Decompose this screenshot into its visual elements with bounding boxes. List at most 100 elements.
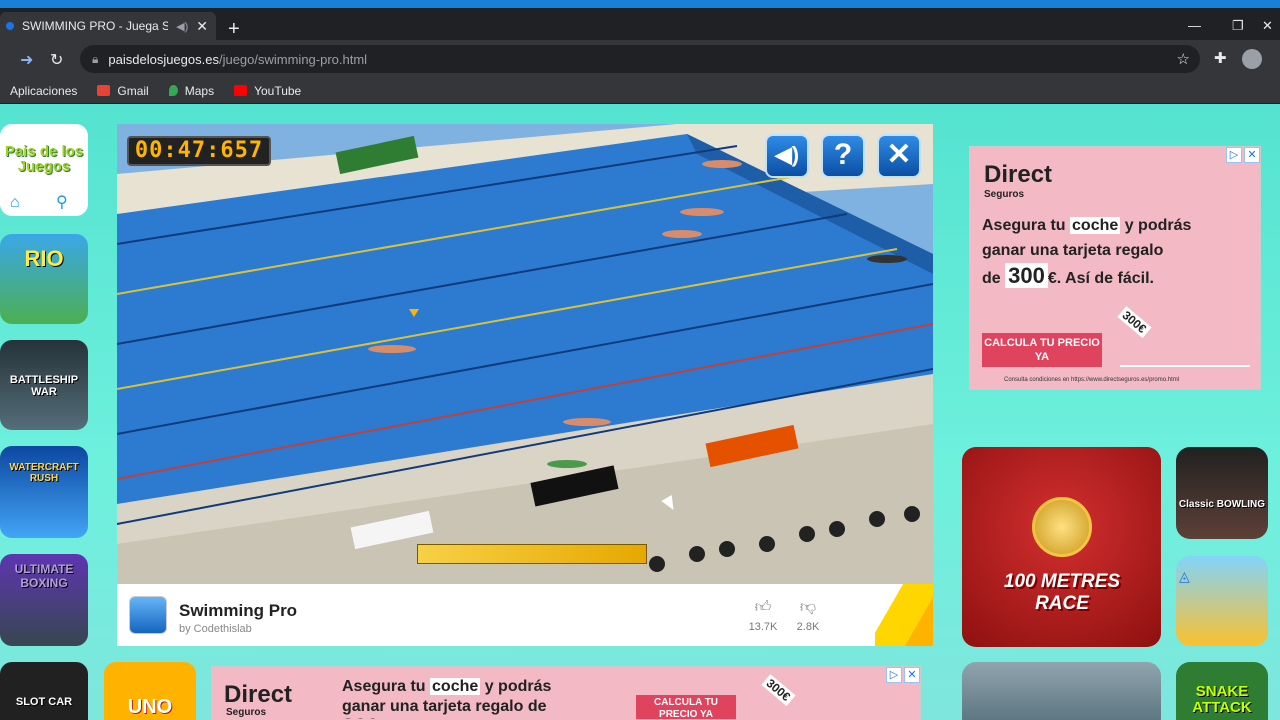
- bookmark-apps-label: Aplicaciones: [10, 83, 78, 98]
- game-thumb-100m-race[interactable]: 100 METRES RACE: [962, 447, 1161, 647]
- window-titlebar: [0, 0, 1280, 8]
- youtube-icon: [234, 85, 248, 96]
- help-button[interactable]: ?: [821, 134, 865, 178]
- game-thumb-bottom[interactable]: [962, 662, 1161, 720]
- close-window-icon[interactable]: ✕: [1262, 18, 1273, 34]
- ad-brand-sub: Seguros: [226, 707, 267, 718]
- url-host: paisdelosjuegos.es: [108, 51, 219, 67]
- game-author[interactable]: by Codethislab: [179, 623, 252, 635]
- tab-active[interactable]: SWIMMING PRO - Juega Sw ◀) ✕: [0, 12, 216, 40]
- game-thumb-label: SLOT CAR: [15, 696, 73, 708]
- game-thumb-bowling[interactable]: Classic BOWLING: [1176, 447, 1268, 539]
- game-thumb-slotcar[interactable]: SLOT CAR: [0, 662, 88, 720]
- ad-copy: Asegura tu coche y podrás ganar una tarj…: [982, 213, 1252, 291]
- pin-icon[interactable]: ◬: [1179, 568, 1190, 585]
- bookmark-gmail-label: Gmail: [117, 83, 149, 98]
- bookmark-maps[interactable]: Maps: [168, 83, 215, 98]
- ad-close-icon[interactable]: ✕: [1244, 147, 1260, 163]
- game-thumb-rio[interactable]: RIO: [0, 234, 88, 324]
- ad-copy: Asegura tu coche y podrás ganar una tarj…: [342, 677, 552, 719]
- medal-icon: [1032, 497, 1092, 557]
- adchoices-icon[interactable]: ▷: [1226, 147, 1242, 163]
- home-icon[interactable]: ⌂: [10, 194, 20, 212]
- sound-button[interactable]: ◀): [765, 134, 809, 178]
- game-thumb-label: Classic BOWLING: [1178, 499, 1266, 510]
- ad-footnote: Consulta condiciones en https://www.dire…: [1004, 377, 1180, 383]
- ad-copy-highlight: coche: [430, 678, 481, 695]
- ad-copy-part: Asegura tu: [342, 678, 431, 695]
- game-thumb-label: ULTIMATE BOXING: [14, 562, 74, 590]
- bookmarks-bar: Aplicaciones Gmail Maps YouTube: [0, 78, 1280, 104]
- game-thumb-uno[interactable]: UNO: [104, 662, 196, 720]
- ad-brand: Direct: [224, 681, 293, 708]
- url-path: /juego/swimming-pro.html: [218, 51, 368, 67]
- game-thumb-label: RIO: [24, 246, 64, 271]
- like-button[interactable]: 👍︎ 13.7K: [745, 598, 781, 633]
- ad-cta-button[interactable]: CALCULA TU PRECIO YA: [982, 333, 1102, 367]
- ad-brand: Direct: [984, 161, 1053, 188]
- ad-copy-highlight: coche: [1070, 217, 1121, 234]
- game-thumb-school-bus[interactable]: ◬: [1176, 556, 1268, 646]
- decorative-stripe: [875, 584, 933, 646]
- ad-banner-right[interactable]: ✕ ▷ Direct Seguros Asegura tu coche y po…: [969, 146, 1261, 390]
- new-tab-button[interactable]: +: [228, 19, 240, 39]
- page-content: Pais de los Juegos ⌂ ⚲ RIO BATTLESHIP WA…: [0, 104, 1280, 720]
- reload-icon[interactable]: ↻: [50, 50, 63, 70]
- browser-toolbar: ➜ ↻ 🔒︎ paisdelosjuegos.es /juego/swimmin…: [0, 40, 1280, 78]
- game-thumb-label: WATERCRAFT RUSH: [9, 462, 79, 484]
- extensions-puzzle-icon[interactable]: ✚: [1214, 49, 1227, 67]
- speaker-icon[interactable]: ◀): [176, 20, 188, 33]
- tab-title: SWIMMING PRO - Juega Sw: [22, 19, 169, 33]
- game-thumb-snake-attack[interactable]: SNAKE ATTACK: [1176, 662, 1268, 720]
- site-logo[interactable]: Pais de los Juegos: [4, 144, 84, 174]
- game-info-bar: Swimming Pro by Codethislab 👍︎ 13.7K 👎︎ …: [117, 584, 933, 646]
- game-icon: [129, 596, 167, 634]
- dislike-count: 2.8K: [796, 621, 820, 633]
- ad-copy-part: €. Así de fácil.: [1047, 270, 1154, 287]
- tab-close-icon[interactable]: ✕: [196, 18, 208, 35]
- thumbs-up-icon: 👍︎: [754, 599, 772, 616]
- minimize-icon[interactable]: —: [1188, 18, 1201, 33]
- restore-icon[interactable]: ❐: [1232, 18, 1244, 34]
- tab-strip: SWIMMING PRO - Juega Sw ◀) ✕ + — ❐ ✕: [0, 8, 1280, 40]
- game-thumb-label: SNAKE ATTACK: [1192, 683, 1252, 716]
- ad-brand-sub: Seguros: [984, 189, 1025, 200]
- favicon-icon: [6, 22, 14, 30]
- search-icon[interactable]: ⚲: [56, 192, 68, 212]
- ad-close-icon[interactable]: ✕: [904, 667, 920, 683]
- ad-cta-button[interactable]: CALCULA TU PRECIO YA: [636, 695, 736, 719]
- dislike-button[interactable]: 👎︎ 2.8K: [790, 598, 826, 633]
- bookmark-apps[interactable]: Aplicaciones: [10, 84, 77, 98]
- game-thumb-label: UNO: [127, 696, 173, 718]
- like-count: 13.7K: [748, 621, 778, 633]
- race-timer: 00:47:657: [127, 136, 271, 166]
- address-bar[interactable]: 🔒︎ paisdelosjuegos.es /juego/swimming-pr…: [80, 45, 1200, 73]
- ad-copy-part: y podrás: [1120, 217, 1192, 234]
- ad-banner-bottom[interactable]: ✕ ▷ Direct Seguros Asegura tu coche y po…: [211, 666, 921, 720]
- power-fill: [418, 545, 646, 563]
- site-logo-card[interactable]: Pais de los Juegos ⌂ ⚲: [0, 124, 88, 216]
- bookmark-youtube[interactable]: YouTube: [234, 84, 301, 98]
- game-canvas[interactable]: 00:47:657 ◀) ? ✕: [117, 124, 933, 584]
- close-game-button[interactable]: ✕: [877, 134, 921, 178]
- game-thumb-label: BATTLESHIP WAR: [9, 374, 79, 398]
- profile-avatar[interactable]: [1242, 49, 1262, 69]
- forward-arrow-icon[interactable]: ➜: [20, 50, 33, 70]
- game-thumb-label: 100 METRES RACE: [1003, 571, 1121, 614]
- ad-copy-line: ganar una tarjeta regalo: [982, 242, 1164, 259]
- pool-scene: [117, 124, 933, 584]
- power-bar: [417, 544, 647, 564]
- lock-icon: 🔒︎: [92, 51, 99, 66]
- game-thumb-battleship[interactable]: BATTLESHIP WAR: [0, 340, 88, 430]
- bookmark-maps-label: Maps: [184, 83, 215, 98]
- game-thumb-boxing[interactable]: ULTIMATE BOXING: [0, 554, 88, 646]
- ad-copy-part: y podrás: [480, 678, 552, 695]
- game-thumb-watercraft[interactable]: WATERCRAFT RUSH: [0, 446, 88, 538]
- ad-copy-part: Asegura tu: [982, 217, 1071, 234]
- thumbs-down-icon: 👎︎: [799, 599, 817, 616]
- adchoices-icon[interactable]: ▷: [886, 667, 902, 683]
- bookmark-gmail[interactable]: Gmail: [97, 83, 149, 98]
- ad-price: 300: [1005, 263, 1048, 288]
- maps-pin-icon: [168, 85, 178, 96]
- bookmark-star-icon[interactable]: ☆: [1177, 50, 1190, 68]
